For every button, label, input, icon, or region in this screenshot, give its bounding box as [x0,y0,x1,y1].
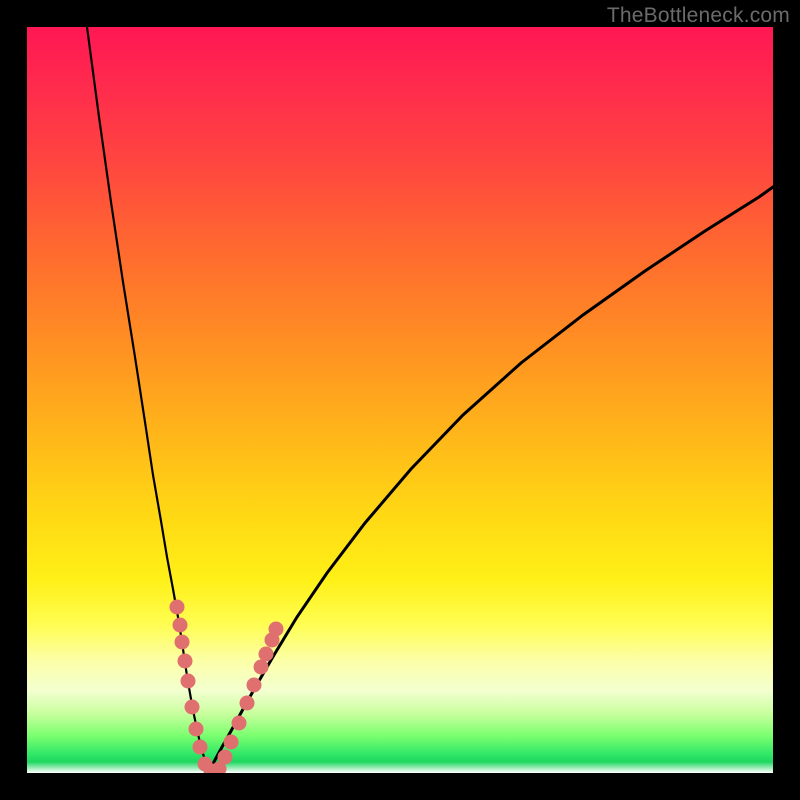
data-point [193,740,208,755]
data-points [170,600,284,774]
watermark-text: TheBottleneck.com [607,4,790,28]
data-point [170,600,185,615]
data-point [224,735,239,750]
curve-right [209,187,773,771]
data-point [254,660,269,675]
data-point [247,678,262,693]
data-point [181,674,196,689]
chart-frame: TheBottleneck.com [0,0,800,800]
data-point [178,654,193,669]
data-point [259,647,274,662]
data-point [185,700,200,715]
plot-area [27,27,773,773]
data-point [175,635,190,650]
data-point [173,618,188,633]
data-point [218,750,233,765]
chart-svg [27,27,773,773]
data-point [189,722,204,737]
data-point [269,622,284,637]
data-point [232,716,247,731]
data-point [240,696,255,711]
